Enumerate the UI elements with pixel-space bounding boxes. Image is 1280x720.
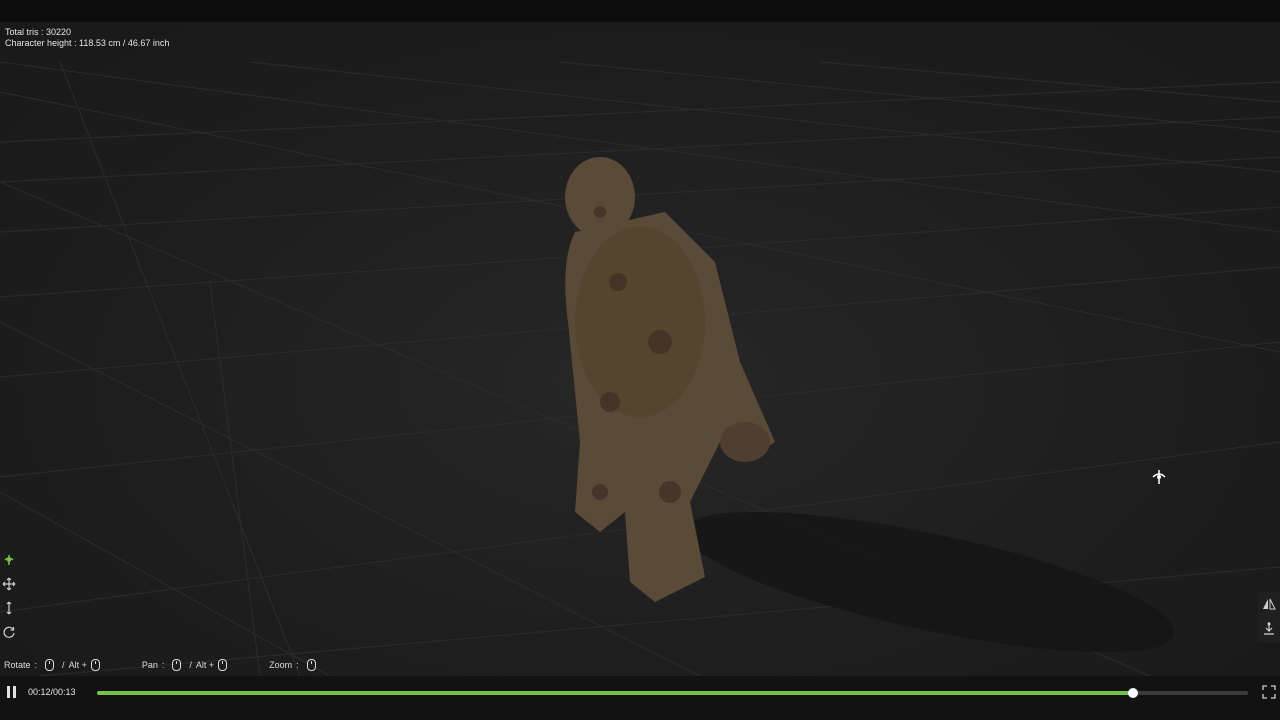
alt-plus-label: Alt + xyxy=(195,660,215,670)
ground-anchor-icon[interactable] xyxy=(1258,616,1280,640)
pan-move-tool-icon[interactable] xyxy=(0,572,18,596)
player-controls: 00:12/00:13 xyxy=(0,676,1280,720)
timeline-track[interactable] xyxy=(97,688,1248,698)
vertical-move-tool-icon[interactable] xyxy=(0,596,18,620)
slash: / xyxy=(62,660,65,670)
total-tris-text: Total tris : 30220 xyxy=(5,27,72,37)
zoom-hint: Zoom : xyxy=(269,659,320,671)
rotate-hint: Rotate : / Alt + xyxy=(4,659,104,671)
rotate-cursor-icon xyxy=(1149,467,1169,487)
timeline-knob[interactable] xyxy=(1127,688,1138,698)
colon: : xyxy=(161,660,165,670)
right-mouse-icon xyxy=(172,659,182,671)
pan-hint: Pan : / Alt + xyxy=(142,659,231,671)
zoom-label: Zoom xyxy=(269,660,293,670)
top-bar xyxy=(0,0,1280,22)
pause-button[interactable] xyxy=(6,686,18,698)
left-toolbar xyxy=(0,548,18,644)
left-mouse-icon xyxy=(45,659,55,671)
colon: : xyxy=(34,660,38,670)
rotate-label: Rotate xyxy=(4,660,31,670)
mirror-icon[interactable] xyxy=(1258,592,1280,616)
alt-plus-label: Alt + xyxy=(68,660,87,670)
timeline-progress xyxy=(97,691,1133,695)
left-mouse-icon xyxy=(90,659,100,671)
pan-label: Pan xyxy=(141,660,158,670)
3d-viewport[interactable]: Total tris : 30220 Character height : 11… xyxy=(0,22,1280,676)
slash: / xyxy=(189,660,192,670)
fullscreen-icon[interactable] xyxy=(1262,685,1276,699)
time-display: 00:12/00:13 xyxy=(28,687,76,697)
right-toolbar xyxy=(1258,592,1280,642)
rotate-tool-icon[interactable] xyxy=(0,548,18,572)
middle-mouse-icon xyxy=(218,659,228,671)
colon: : xyxy=(296,660,299,670)
reset-rotate-icon[interactable] xyxy=(0,620,18,644)
character-height-text: Character height : 118.53 cm / 46.67 inc… xyxy=(5,38,170,48)
floor-grid xyxy=(0,61,1280,676)
model-info: Total tris : 30220 Character height : 11… xyxy=(5,27,169,49)
scroll-mouse-icon xyxy=(306,659,316,671)
control-hints: Rotate : / Alt + Pan : / Alt + Zoom : xyxy=(0,656,358,674)
